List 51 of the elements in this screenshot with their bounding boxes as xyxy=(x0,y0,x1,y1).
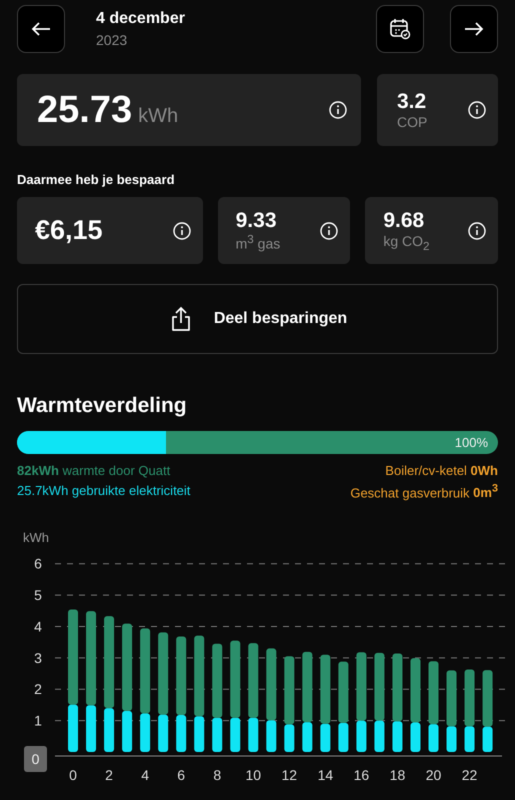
axis-tick-label: 6 xyxy=(34,556,42,572)
axis-tick-label: 2 xyxy=(105,767,113,784)
calendar-icon xyxy=(389,18,411,40)
cop-value: 3.2 xyxy=(397,90,428,114)
share-button[interactable]: Deel besparingen xyxy=(17,284,498,354)
axis-tick-label: 10 xyxy=(245,767,262,784)
axis-unit-label: kWh xyxy=(23,530,49,546)
arrow-left-icon xyxy=(31,21,51,37)
axis-tick-label: 5 xyxy=(34,587,42,604)
legend-text: Geschat gasverbruik 0m$^{3}$ xyxy=(350,483,498,500)
cop-label: COP xyxy=(397,114,428,130)
savings-value: 9.33 xyxy=(236,209,278,234)
axis-tick-label: 1 xyxy=(34,712,42,729)
y-tick-label: 0 xyxy=(32,751,40,768)
axis-tick-label: 6 xyxy=(177,767,186,784)
energy-value: 25.73 xyxy=(37,88,132,132)
axis-tick-label: 12 xyxy=(282,767,298,784)
axis-tick-label: 0 xyxy=(69,767,77,784)
axis-tick-label: 14 xyxy=(318,767,334,784)
info-icon[interactable] xyxy=(320,222,338,240)
axis-tick-label: 3 xyxy=(34,650,42,666)
calendar-button[interactable] xyxy=(376,5,424,53)
savings-value: 9.68 xyxy=(383,208,426,233)
axis-tick-label: 0 xyxy=(24,746,47,772)
info-icon[interactable] xyxy=(468,101,486,119)
arrow-right-icon xyxy=(464,21,484,37)
legend-text: 82kWh warmte door Quatt xyxy=(17,463,172,478)
info-icon[interactable] xyxy=(329,101,347,119)
savings-unit: kg CO$_{2}$ xyxy=(383,232,430,252)
axis-tick-label: 4 xyxy=(34,618,42,635)
savings-value: €6,15 xyxy=(35,215,103,246)
info-icon[interactable] xyxy=(468,222,486,240)
legend-text: 25.7kWh gebruikte elektriciteit xyxy=(17,483,192,500)
axis-tick-label: 2 xyxy=(34,682,42,698)
energy-unit: kWh xyxy=(138,104,178,128)
axis-tick-label: 22 xyxy=(462,767,478,784)
savings-title: Daarmee heb je bespaard xyxy=(17,172,176,187)
axis-tick-label: 18 xyxy=(390,767,406,784)
info-icon[interactable] xyxy=(172,222,191,240)
date-title: 4 december xyxy=(96,10,186,28)
section-title: Warmteverdeling xyxy=(17,394,188,418)
savings-unit: m$^{3}$ gas xyxy=(236,233,280,252)
forward-button[interactable] xyxy=(450,5,498,53)
axis-tick-label: 16 xyxy=(354,767,370,784)
axis-tick-label: 8 xyxy=(213,767,222,784)
axis-tick-label: 4 xyxy=(141,767,150,784)
legend-text: Boiler/cv-ketel 0Wh xyxy=(385,463,498,478)
year-label: 2023 xyxy=(96,32,128,48)
axis-tick-label: 20 xyxy=(426,767,442,784)
back-button[interactable] xyxy=(17,5,65,53)
percent-label: 100% xyxy=(454,435,488,450)
